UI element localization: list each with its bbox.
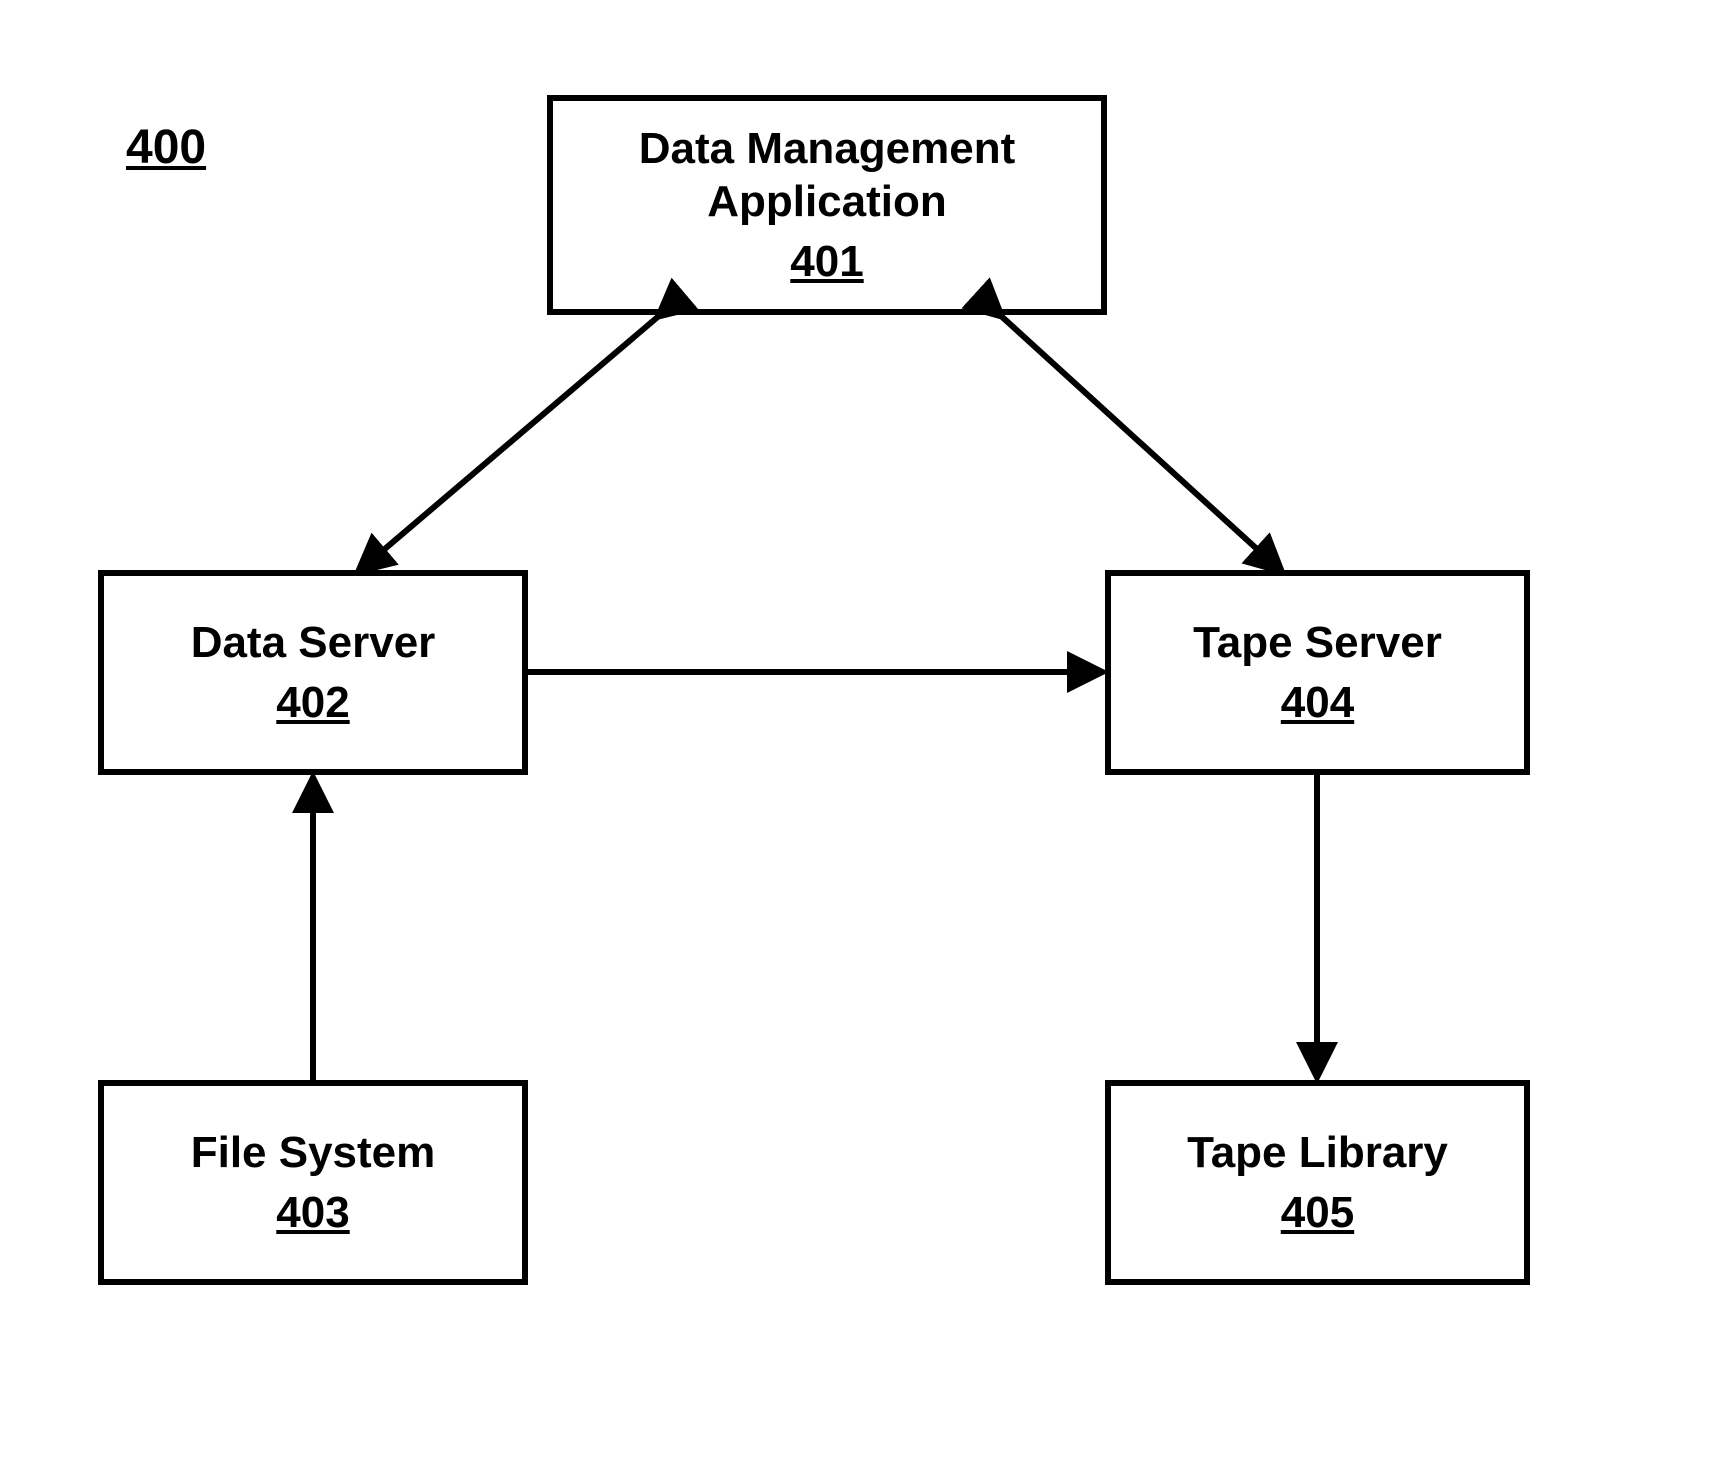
- box-tape-library: Tape Library 405: [1105, 1080, 1530, 1285]
- box-title: File System: [191, 1127, 436, 1180]
- box-number: 403: [276, 1188, 349, 1238]
- box-number: 402: [276, 678, 349, 728]
- box-title: Tape Library: [1187, 1127, 1448, 1180]
- box-data-management-application: Data Management Application 401: [547, 95, 1107, 315]
- box-title: Data Management Application: [639, 123, 1016, 229]
- arrow-data-management-to-data-server: [360, 315, 660, 570]
- box-number: 405: [1281, 1188, 1354, 1238]
- box-data-server: Data Server 402: [98, 570, 528, 775]
- figure-label: 400: [126, 120, 206, 175]
- box-tape-server: Tape Server 404: [1105, 570, 1530, 775]
- box-title: Data Server: [191, 617, 436, 670]
- box-number: 404: [1281, 678, 1354, 728]
- box-file-system: File System 403: [98, 1080, 528, 1285]
- box-number: 401: [790, 237, 863, 287]
- arrow-data-management-to-tape-server: [1000, 315, 1280, 570]
- box-title: Tape Server: [1193, 617, 1442, 670]
